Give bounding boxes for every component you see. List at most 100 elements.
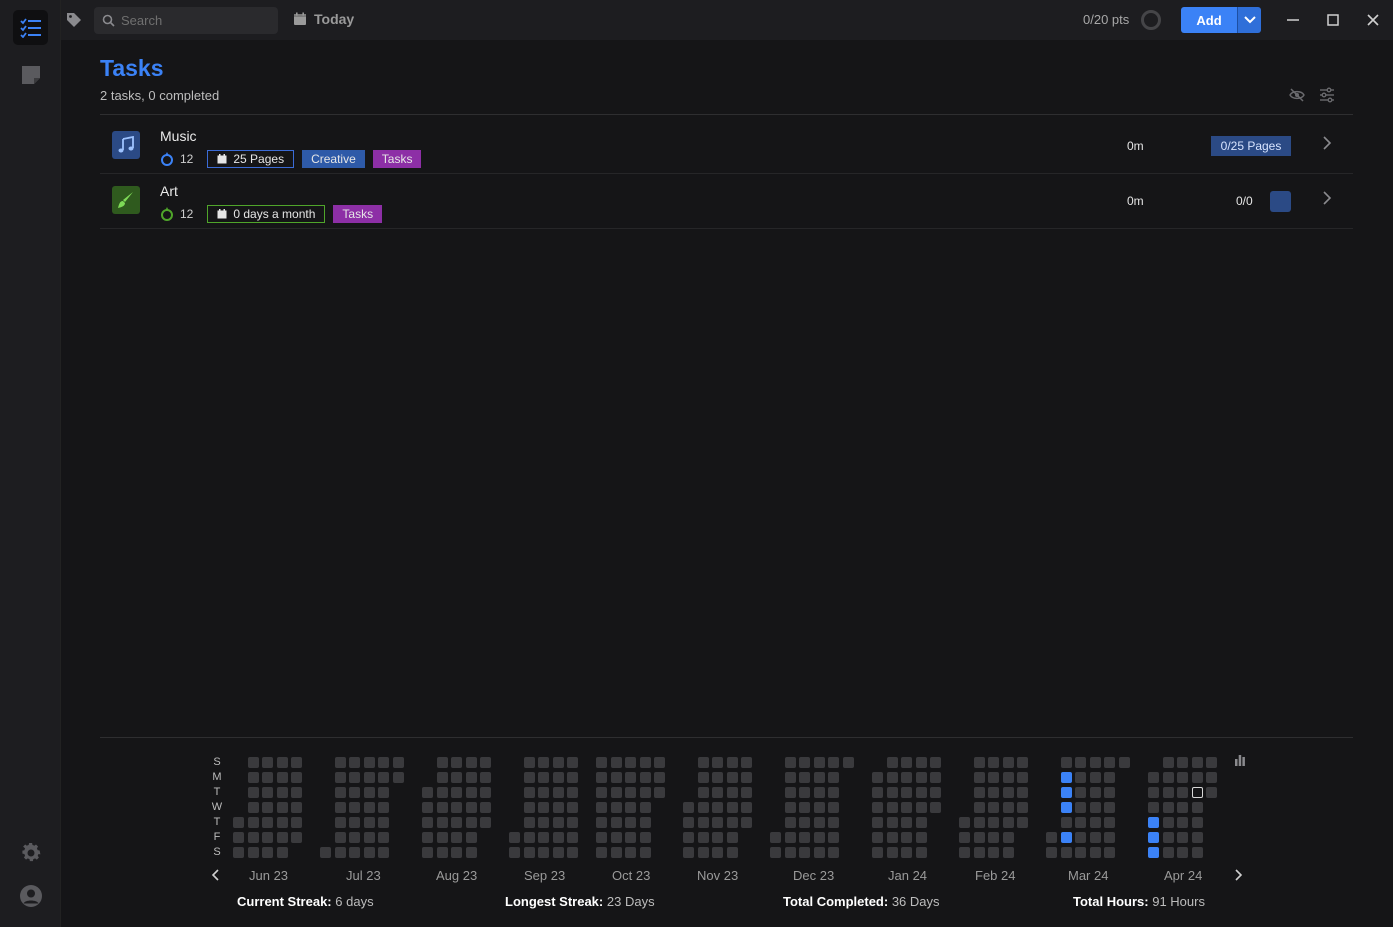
heatmap-cell (872, 817, 883, 828)
heatmap-cell (988, 817, 999, 828)
heatmap-cell (335, 772, 346, 783)
heatmap-cell (437, 817, 448, 828)
next-period-icon[interactable] (1233, 869, 1243, 881)
heatmap-cell (814, 817, 825, 828)
month-label: Apr 24 (1164, 868, 1203, 883)
heatmap-cell (349, 847, 360, 858)
heatmap-cell (901, 757, 912, 768)
day-label: S (213, 756, 221, 768)
heatmap-cell (364, 802, 375, 813)
heatmap-cell (248, 832, 259, 843)
heatmap-cell (466, 802, 477, 813)
heatmap-cell (277, 772, 288, 783)
stats-chart-icon[interactable] (1234, 754, 1246, 766)
heatmap-cell (1061, 787, 1072, 798)
heatmap-cell (1061, 817, 1072, 828)
heatmap-cell (1061, 772, 1072, 783)
heatmap-cell (378, 832, 389, 843)
heatmap-cell (422, 802, 433, 813)
heatmap-cell (538, 787, 549, 798)
heatmap-cell (785, 802, 796, 813)
heatmap-cell (422, 832, 433, 843)
heatmap-cell (1177, 817, 1188, 828)
heatmap-cell (262, 817, 273, 828)
heatmap-cell (930, 757, 941, 768)
heatmap-cell (930, 787, 941, 798)
heatmap-cell (959, 832, 970, 843)
heatmap-cell (974, 847, 985, 858)
heatmap-cell (451, 847, 462, 858)
heatmap-cell (1177, 802, 1188, 813)
heatmap-cell (959, 817, 970, 828)
heatmap-cell (901, 787, 912, 798)
total-completed-label: Total Completed: (783, 894, 889, 909)
heatmap-cell (422, 847, 433, 858)
heatmap-cell (262, 772, 273, 783)
heatmap-cell (1075, 772, 1086, 783)
heatmap-cell (683, 817, 694, 828)
month-label: Feb 24 (975, 868, 1016, 883)
longest-streak-stat: Longest Streak: 23 Days (505, 894, 655, 909)
heatmap-cell (828, 757, 839, 768)
heatmap-cell (1003, 847, 1014, 858)
heatmap-cell (988, 802, 999, 813)
heatmap-cell (843, 757, 854, 768)
heatmap-cell (1206, 772, 1217, 783)
heatmap-cell (712, 817, 723, 828)
day-label: W (211, 801, 223, 813)
heatmap-cell (1192, 802, 1203, 813)
heatmap-cell (785, 832, 796, 843)
heatmap-cell (1192, 847, 1203, 858)
heatmap-cell (901, 832, 912, 843)
heatmap-cell (538, 772, 549, 783)
heatmap-cell (451, 832, 462, 843)
heatmap-cell (625, 847, 636, 858)
heatmap-cell (291, 757, 302, 768)
heatmap-cell (799, 757, 810, 768)
heatmap-cell (727, 817, 738, 828)
heatmap-cell (887, 817, 898, 828)
heatmap-cell (567, 832, 578, 843)
heatmap-cell (916, 832, 927, 843)
heatmap-cell (1075, 802, 1086, 813)
day-label: T (213, 816, 221, 828)
heatmap-cell (683, 802, 694, 813)
heatmap-cell (364, 817, 375, 828)
heatmap-cell (1046, 832, 1057, 843)
heatmap-cell (1017, 802, 1028, 813)
heatmap-cell (611, 847, 622, 858)
day-label: T (213, 786, 221, 798)
heatmap-cell (538, 757, 549, 768)
heatmap-cell (712, 847, 723, 858)
heatmap-cell (974, 802, 985, 813)
heatmap-cell (625, 832, 636, 843)
heatmap-cell (349, 802, 360, 813)
heatmap-cell (349, 757, 360, 768)
heatmap-cell (480, 772, 491, 783)
heatmap-cell (291, 787, 302, 798)
heatmap-cell (712, 772, 723, 783)
month-label: Dec 23 (793, 868, 835, 883)
heatmap-cell (248, 847, 259, 858)
heatmap-cell (233, 817, 244, 828)
heatmap-cell (887, 787, 898, 798)
heatmap-cell (916, 802, 927, 813)
heatmap-cell (1046, 847, 1057, 858)
heatmap-cell (466, 772, 477, 783)
heatmap-cell (698, 847, 709, 858)
heatmap-cell (538, 832, 549, 843)
heatmap-cell (988, 847, 999, 858)
heatmap-cell (553, 817, 564, 828)
previous-period-icon[interactable] (211, 869, 221, 881)
heatmap-cell (727, 847, 738, 858)
heatmap-cell (1192, 787, 1203, 798)
heatmap-cell (262, 787, 273, 798)
heatmap-cell (741, 802, 752, 813)
heatmap-cell (248, 772, 259, 783)
heatmap-cell (727, 787, 738, 798)
heatmap-cell (596, 817, 607, 828)
heatmap-cell (553, 757, 564, 768)
total-hours-label: Total Hours: (1073, 894, 1149, 909)
heatmap-cell (524, 757, 535, 768)
heatmap-cell (248, 802, 259, 813)
